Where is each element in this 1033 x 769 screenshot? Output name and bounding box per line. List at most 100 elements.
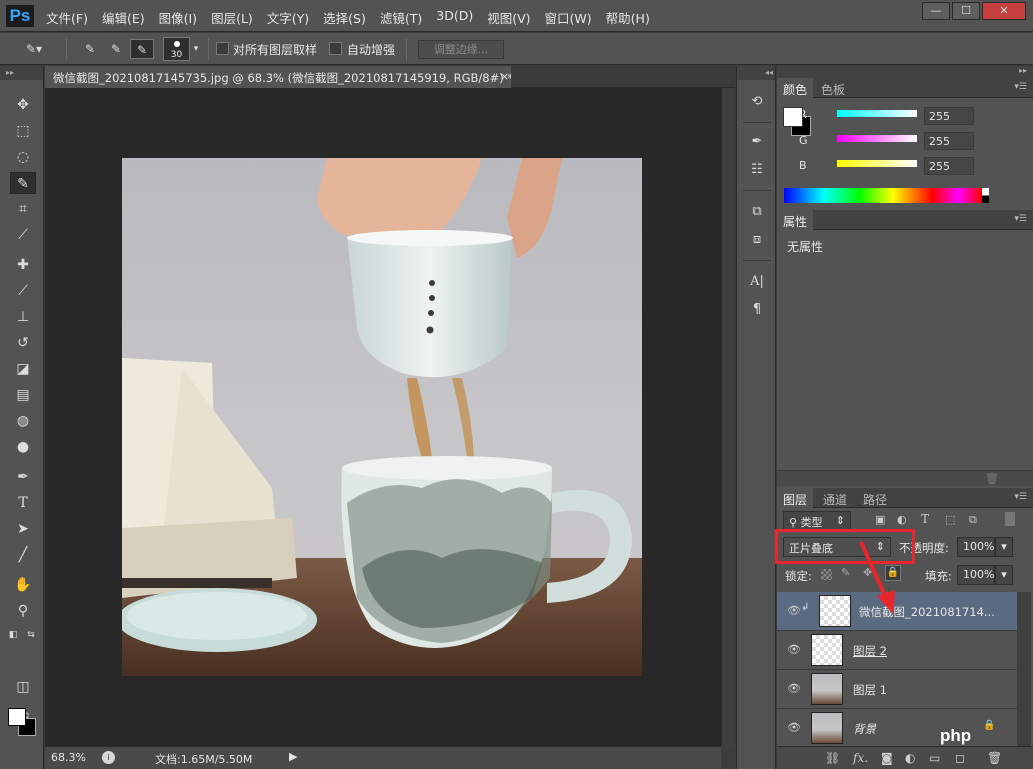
quick-selection-tool-icon[interactable]: ✎ — [10, 172, 36, 194]
green-value-field[interactable]: 255 — [924, 132, 974, 150]
paragraph-panel-icon[interactable]: ¶ — [746, 300, 768, 320]
opacity-field[interactable]: 100% — [957, 537, 995, 557]
collapse-arrows-icon[interactable]: ◂◂ — [737, 66, 775, 80]
menu-edit[interactable]: 编辑(E) — [102, 8, 145, 27]
foreground-color-swatch[interactable] — [783, 107, 803, 127]
close-document-icon[interactable]: × — [500, 70, 509, 83]
shape-filter-icon[interactable]: ⬚ — [945, 513, 955, 526]
pixel-filter-icon[interactable]: ▣ — [875, 513, 885, 526]
red-slider[interactable] — [837, 110, 917, 117]
visibility-eye-icon[interactable]: 👁 — [787, 682, 801, 695]
chevron-down-icon[interactable]: ▾ — [190, 39, 202, 59]
tool-presets-panel-icon[interactable]: ⧈ — [746, 230, 768, 250]
menu-help[interactable]: 帮助(H) — [606, 8, 650, 27]
menu-image[interactable]: 图像(I) — [159, 8, 197, 27]
history-brush-tool-icon[interactable]: ↺ — [10, 332, 36, 354]
gradient-tool-icon[interactable]: ▤ — [10, 384, 36, 406]
info-icon[interactable]: i — [102, 751, 115, 764]
brush-size-picker[interactable]: 30 — [163, 37, 190, 61]
adjustment-layer-icon[interactable]: ◐ — [905, 751, 915, 765]
green-slider[interactable] — [837, 135, 917, 142]
foreground-color-swatch[interactable] — [8, 708, 26, 726]
line-tool-icon[interactable]: ╱ — [10, 544, 36, 566]
canvas-area[interactable] — [45, 88, 721, 746]
chevron-down-icon[interactable]: ▾ — [995, 565, 1013, 585]
new-selection-icon[interactable]: ✎ — [78, 39, 102, 59]
pen-tool-icon[interactable]: ✒ — [10, 466, 36, 488]
path-selection-tool-icon[interactable]: ➤ — [10, 518, 36, 540]
blue-value-field[interactable]: 255 — [924, 157, 974, 175]
menu-file[interactable]: 文件(F) — [46, 8, 88, 27]
status-menu-arrow-icon[interactable]: ▶ — [289, 750, 297, 763]
layer-filter-select[interactable]: ⚲ 类型 ⇕ — [783, 511, 851, 531]
panel-menu-icon[interactable]: ▾☰ — [1014, 214, 1027, 224]
brush-tool-icon[interactable]: ⟋ — [10, 280, 36, 302]
crop-tool-icon[interactable]: ⌗ — [10, 198, 36, 220]
tab-paths[interactable]: 路径 — [857, 488, 893, 508]
smart-object-filter-icon[interactable]: ⧉ — [969, 513, 977, 527]
blue-slider[interactable] — [837, 160, 917, 167]
menu-select[interactable]: 选择(S) — [323, 8, 366, 27]
minimize-button[interactable]: — — [922, 2, 950, 20]
subtract-from-selection-icon[interactable]: ✎ — [130, 39, 154, 59]
zoom-level[interactable]: 68.3% — [51, 751, 86, 764]
refine-edge-button[interactable]: 调整边缘... — [418, 40, 504, 59]
visibility-eye-icon[interactable]: 👁 — [787, 643, 801, 656]
healing-brush-tool-icon[interactable]: ✚ — [10, 254, 36, 276]
panel-menu-icon[interactable]: ▾☰ — [1014, 82, 1027, 92]
clone-source-panel-icon[interactable]: ⧉ — [746, 202, 768, 222]
sample-all-layers-checkbox[interactable] — [216, 42, 229, 55]
new-layer-icon[interactable]: ◻ — [955, 751, 965, 765]
type-filter-icon[interactable]: T — [921, 512, 929, 526]
menu-view[interactable]: 视图(V) — [487, 8, 530, 27]
quick-mask-icon[interactable]: ◫ — [10, 676, 36, 698]
swap-colors-icon[interactable]: ⇆ — [24, 624, 38, 646]
red-value-field[interactable]: 255 — [924, 107, 974, 125]
fill-field[interactable]: 100% — [957, 565, 995, 585]
quick-selection-preset-icon[interactable]: ✎▾ — [22, 39, 46, 59]
lock-transparency-icon[interactable] — [821, 569, 832, 580]
tab-color[interactable]: 颜色 — [777, 78, 814, 98]
fx-icon[interactable]: fx. — [853, 751, 868, 765]
tab-layers[interactable]: 图层 — [777, 488, 814, 508]
menu-layer[interactable]: 图层(L) — [211, 8, 253, 27]
vertical-scrollbar[interactable] — [721, 88, 735, 746]
restore-button[interactable]: ☐ — [952, 2, 980, 20]
layer-name[interactable]: 图层 2 — [853, 643, 887, 659]
lasso-tool-icon[interactable]: ◌ — [10, 146, 36, 168]
eyedropper-tool-icon[interactable]: ⟋ — [10, 224, 36, 246]
lock-pixels-icon[interactable]: ✎ — [841, 566, 850, 579]
menu-filter[interactable]: 滤镜(T) — [380, 8, 422, 27]
auto-enhance-checkbox[interactable] — [329, 42, 342, 55]
document-tab[interactable]: 微信截图_20210817145735.jpg @ 68.3% (微信截图_20… — [45, 66, 511, 88]
marquee-tool-icon[interactable]: ⬚ — [10, 120, 36, 142]
type-tool-icon[interactable]: T — [10, 492, 36, 514]
layer-row[interactable]: 👁 图层 1 — [777, 670, 1017, 709]
visibility-eye-icon[interactable]: 👁 — [787, 604, 801, 617]
dodge-tool-icon[interactable]: ● — [10, 436, 36, 458]
add-to-selection-icon[interactable]: ✎ — [104, 39, 128, 59]
collapse-arrows-icon[interactable]: ▸▸ — [0, 66, 43, 80]
panel-menu-icon[interactable]: ▾☰ — [1014, 492, 1027, 502]
tab-properties[interactable]: 属性 — [777, 210, 814, 230]
eraser-tool-icon[interactable]: ◪ — [10, 358, 36, 380]
zoom-tool-icon[interactable]: ⚲ — [10, 600, 36, 622]
layers-scrollbar[interactable] — [1017, 592, 1031, 746]
group-folder-icon[interactable]: ▭ — [929, 751, 940, 765]
history-panel-icon[interactable]: ⟲ — [746, 92, 768, 112]
tab-swatches[interactable]: 色板 — [815, 78, 851, 98]
layer-row[interactable]: 👁 图层 2 — [777, 631, 1017, 670]
brush-panel-icon[interactable]: ✒ — [746, 132, 768, 152]
chevron-down-icon[interactable]: ▾ — [995, 537, 1013, 557]
link-layers-icon[interactable]: ⛓ — [825, 751, 840, 765]
menu-type[interactable]: 文字(Y) — [267, 8, 309, 27]
filter-toggle-icon[interactable] — [1005, 512, 1015, 526]
menu-3d[interactable]: 3D(D) — [436, 8, 473, 27]
adjustment-filter-icon[interactable]: ◐ — [897, 513, 907, 526]
layer-name[interactable]: 图层 1 — [853, 682, 887, 698]
brush-presets-panel-icon[interactable]: ☷ — [746, 160, 768, 180]
hand-tool-icon[interactable]: ✋ — [10, 574, 36, 596]
menu-window[interactable]: 窗口(W) — [545, 8, 592, 27]
clone-stamp-tool-icon[interactable]: ⊥ — [10, 306, 36, 328]
visibility-eye-icon[interactable]: 👁 — [787, 721, 801, 734]
